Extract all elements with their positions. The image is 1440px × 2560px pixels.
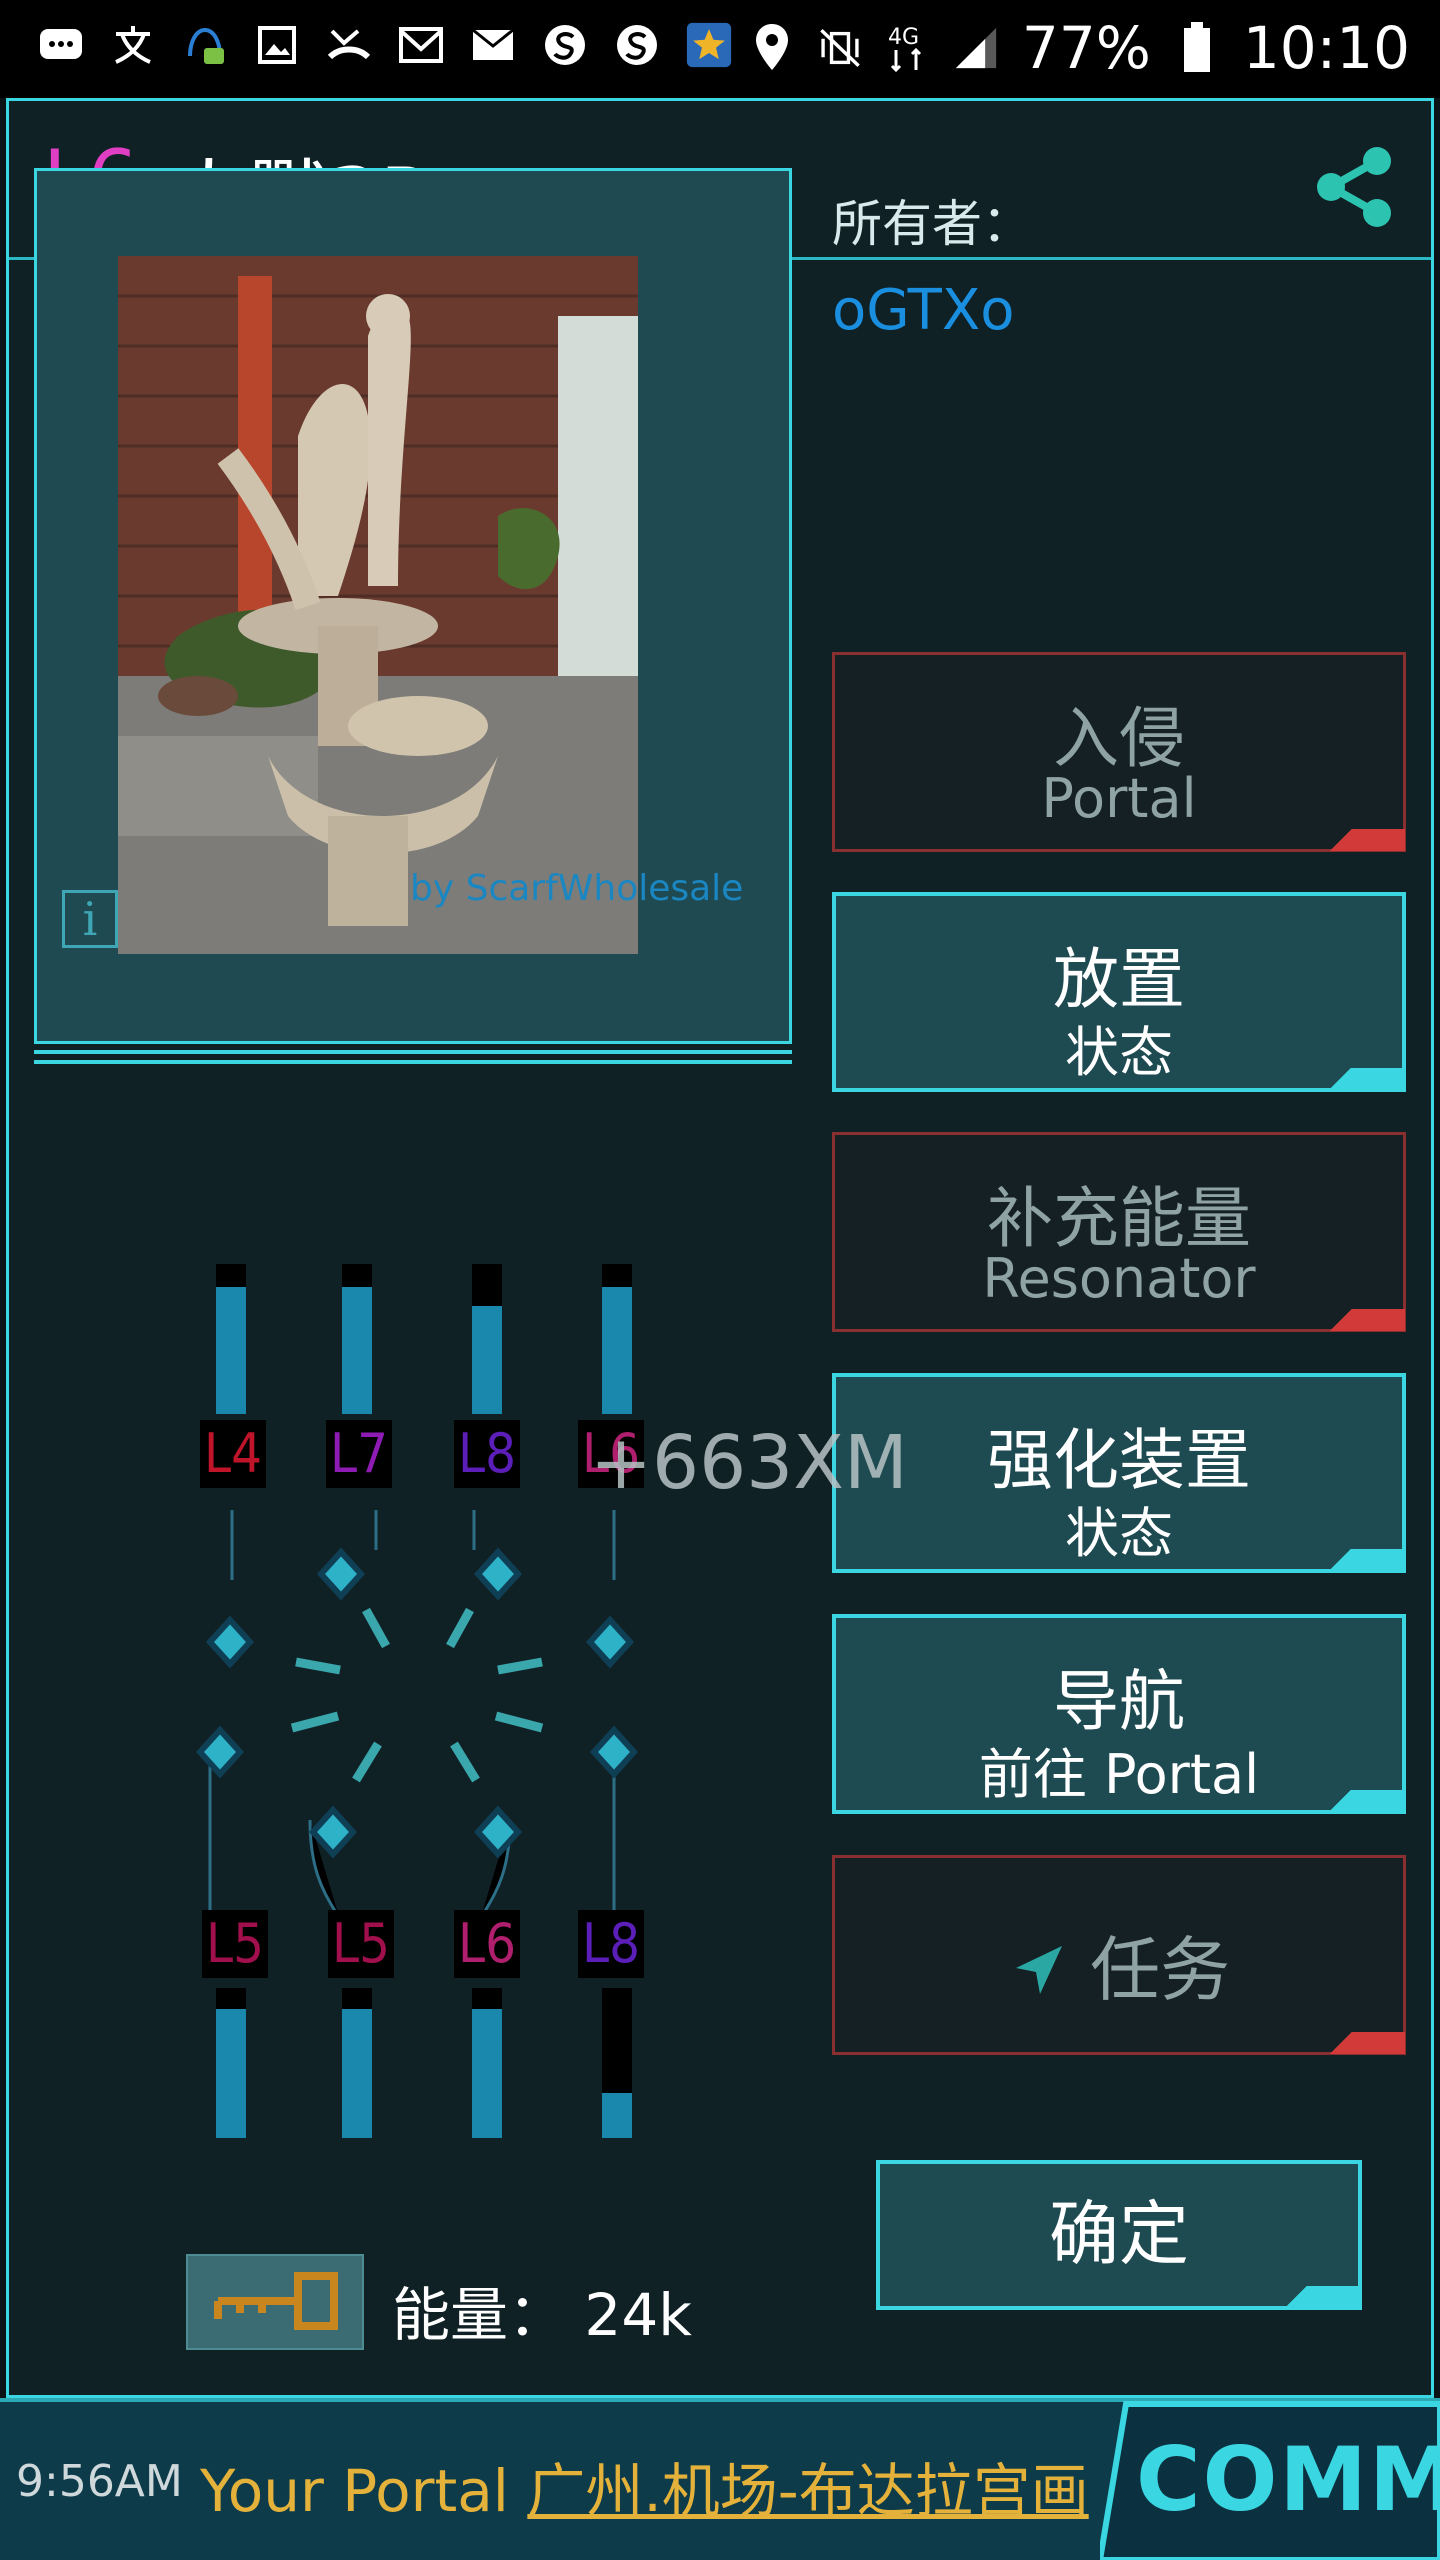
resonator-bar: [472, 1264, 502, 1414]
navigate-button[interactable]: 导航 前往 Portal: [832, 1614, 1406, 1814]
comm-message-prefix: Your Portal: [200, 2457, 528, 2525]
gmail-icon: [398, 22, 444, 68]
resonator-energy: [472, 1306, 502, 1414]
key-icon: [214, 2272, 338, 2330]
svg-text:4G: 4G: [888, 25, 919, 50]
resonator-level: L5: [328, 1910, 394, 1978]
mod-sublabel: 状态: [1065, 1502, 1173, 1565]
mission-button[interactable]: 任务: [832, 1855, 1406, 2055]
button-corner: [1329, 1309, 1405, 1331]
button-corner: [1328, 1549, 1404, 1571]
resonator-bar: [342, 1988, 372, 2138]
vibrate-icon: [818, 25, 862, 71]
xm-gain: +663XM: [590, 1420, 908, 1506]
key-button[interactable]: [186, 2254, 364, 2350]
confirm-button[interactable]: 确定: [876, 2160, 1362, 2310]
resonator-level: L5: [202, 1910, 268, 1978]
comm-time: 9:56AM: [16, 2456, 183, 2507]
resonator-energy: [472, 2009, 502, 2138]
resonator-bar: [472, 1988, 502, 2138]
recharge-button[interactable]: 补充能量 Resonator: [832, 1132, 1406, 1332]
share-icon: [1317, 147, 1391, 227]
s-app-icon: [614, 22, 660, 68]
battery-percent: 77%: [1021, 14, 1151, 82]
resonator-level: L7: [326, 1420, 392, 1488]
button-corner: [1328, 1068, 1404, 1090]
deploy-button[interactable]: 放置 状态: [832, 892, 1406, 1092]
resonator-bar: [602, 1264, 632, 1414]
network-4g-icon: 4G: [886, 25, 930, 73]
s-app-icon: [542, 22, 588, 68]
portal-photo[interactable]: [118, 256, 638, 954]
owner-label: 所有者：: [832, 195, 1032, 253]
signal-icon: [954, 25, 998, 71]
resonator-level: L4: [200, 1420, 266, 1488]
share-button[interactable]: [1307, 139, 1403, 235]
resonator-energy: [342, 2009, 372, 2138]
frame-divider: [34, 1060, 792, 1064]
portal-energy: 能量： 24k: [392, 2281, 692, 2349]
frame-divider: [34, 1050, 792, 1054]
location-icon: [750, 24, 794, 71]
resonator-energy: [216, 2009, 246, 2138]
mod-button[interactable]: 强化装置 状态: [832, 1373, 1406, 1573]
resonator-energy: [602, 2093, 632, 2138]
navigate-sublabel: 前往 Portal: [978, 1743, 1260, 1806]
clock: 10:10: [1242, 14, 1410, 82]
mission-label: 任务: [1090, 1929, 1231, 2011]
portal-resonator-diagram: [195, 1510, 639, 1921]
star-app-icon: [686, 22, 732, 68]
button-corner: [1329, 2032, 1405, 2054]
resonator-energy: [216, 1286, 246, 1414]
resonator-energy: [602, 1286, 632, 1414]
hack-sublabel: Portal: [1041, 767, 1197, 830]
deploy-sublabel: 状态: [1065, 1021, 1173, 1084]
resonator-bar: [342, 1264, 372, 1414]
confirm-label: 确定: [1049, 2193, 1189, 2275]
message-icon: [38, 22, 84, 68]
resonator-level: L8: [454, 1420, 520, 1488]
battery-icon: [1175, 22, 1219, 72]
resonator-level: L6: [454, 1910, 520, 1978]
resonator-level: L8: [578, 1910, 644, 1978]
recharge-sublabel: Resonator: [982, 1247, 1256, 1310]
comm-message[interactable]: Your Portal 广州.机场-布达拉宫画 (G: [200, 2444, 1175, 2528]
resonator-bar: [216, 1264, 246, 1414]
chat-icon: [182, 22, 228, 68]
mail-icon: [470, 22, 516, 68]
info-button[interactable]: i: [62, 890, 118, 948]
button-corner: [1284, 2286, 1360, 2308]
mission-arrow-icon: [1015, 1946, 1062, 1994]
hack-button[interactable]: 入侵 Portal: [832, 652, 1406, 852]
translate-icon: [110, 22, 156, 68]
owner-name[interactable]: oGTXo: [832, 278, 1015, 343]
comm-portal-link[interactable]: 广州.机场-布达拉宫画: [527, 2457, 1088, 2525]
resonator-bar: [216, 1988, 246, 2138]
button-corner: [1329, 829, 1405, 851]
button-corner: [1328, 1790, 1404, 1812]
resonator-bar: [602, 1988, 632, 2138]
comm-button[interactable]: COMM: [1136, 2428, 1440, 2531]
photo-credit: by ScarfWholesale: [410, 868, 744, 909]
image-icon: [254, 22, 300, 68]
status-bar: 4G 77% 10:10: [0, 0, 1440, 98]
resonator-energy: [342, 1286, 372, 1414]
missed-call-icon: [326, 22, 372, 68]
